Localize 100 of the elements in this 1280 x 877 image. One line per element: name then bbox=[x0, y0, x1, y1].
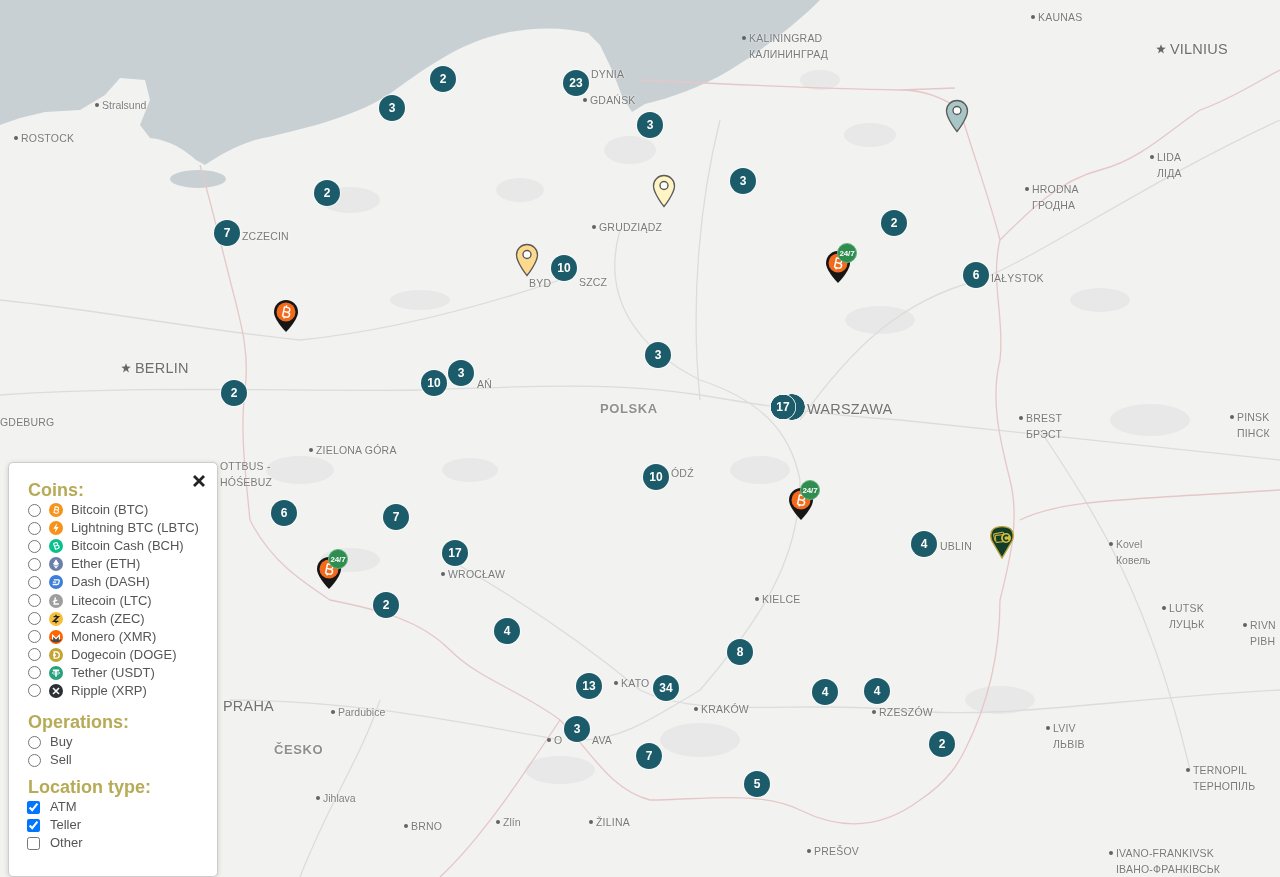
city-dot-icon bbox=[1162, 606, 1166, 610]
city-dot-icon bbox=[1109, 851, 1113, 855]
radio-button[interactable] bbox=[28, 521, 41, 535]
city-dot-icon bbox=[1025, 187, 1029, 191]
checkbox[interactable] bbox=[27, 836, 40, 850]
radio-button[interactable] bbox=[28, 648, 41, 662]
map-pin-icon[interactable] bbox=[945, 99, 969, 133]
place-label: ZIELONA GÓRA bbox=[316, 443, 397, 457]
city-dot-icon bbox=[1109, 542, 1113, 546]
place-label: ŽILINA bbox=[596, 815, 630, 829]
place-label: RZESZÓW bbox=[879, 705, 933, 719]
place-label: O bbox=[554, 733, 563, 747]
option-label[interactable]: Zcash (ZEC) bbox=[71, 610, 145, 627]
city-dot-icon bbox=[331, 710, 335, 714]
option-label[interactable]: Litecoin (LTC) bbox=[71, 592, 152, 609]
option-label[interactable]: Sell bbox=[50, 752, 72, 769]
map-pin-icon[interactable] bbox=[515, 243, 539, 277]
city-dot-icon bbox=[316, 796, 320, 800]
place-label: KATO bbox=[621, 676, 650, 690]
place-label: WARSZAWA bbox=[807, 400, 893, 418]
place-label: SZCZ bbox=[579, 275, 608, 289]
city-dot-icon bbox=[592, 225, 596, 229]
place-label: РІВН bbox=[1250, 634, 1276, 648]
radio-button[interactable] bbox=[28, 557, 41, 571]
place-label: Zlín bbox=[503, 815, 521, 829]
city-dot-icon bbox=[694, 707, 698, 711]
city-dot-icon bbox=[1019, 416, 1023, 420]
option-label[interactable]: Bitcoin Cash (BCH) bbox=[71, 538, 184, 555]
place-label: IVANO-FRANKIVSK bbox=[1116, 846, 1215, 860]
place-label: Ковель bbox=[1116, 553, 1151, 567]
place-label: AVA bbox=[592, 733, 613, 747]
place-label: Kovel bbox=[1116, 537, 1144, 551]
place-label: PREŠOV bbox=[814, 844, 859, 858]
radio-button[interactable] bbox=[28, 612, 41, 626]
country-label: POLSKA bbox=[600, 399, 658, 417]
place-label: TERNOPIL bbox=[1193, 763, 1249, 777]
radio-button[interactable] bbox=[28, 503, 41, 517]
radio-button[interactable] bbox=[28, 630, 41, 644]
radio-button[interactable] bbox=[28, 575, 41, 589]
radio-button[interactable] bbox=[28, 594, 41, 607]
option-label[interactable]: Dogecoin (DOGE) bbox=[71, 646, 177, 663]
city-dot-icon bbox=[404, 824, 408, 828]
option-label[interactable]: Ripple (XRP) bbox=[71, 683, 147, 699]
cash-pin-icon[interactable] bbox=[989, 525, 1015, 559]
option-label[interactable]: Tether (USDT) bbox=[71, 664, 155, 681]
option-label[interactable]: ATM bbox=[50, 799, 77, 816]
place-label: UBLIN bbox=[940, 539, 972, 553]
radio-button[interactable] bbox=[28, 735, 41, 749]
radio-button[interactable] bbox=[28, 666, 41, 680]
place-label: AŃ bbox=[477, 377, 492, 391]
option-label[interactable]: Ether (ETH) bbox=[71, 556, 141, 573]
city-dot-icon bbox=[441, 572, 445, 576]
place-label: HÓŚEBUZ bbox=[220, 475, 273, 489]
place-label: BREST bbox=[1026, 411, 1063, 425]
bitcoin-pin-icon[interactable] bbox=[273, 299, 299, 333]
option-label[interactable]: Teller bbox=[50, 817, 82, 834]
place-label: LIDA bbox=[1157, 150, 1182, 164]
place-label: KRAKÓW bbox=[701, 702, 749, 716]
option-label[interactable]: Monero (XMR) bbox=[71, 628, 157, 645]
city-dot-icon bbox=[755, 597, 759, 601]
place-label: GDEBURG bbox=[0, 415, 55, 429]
place-label: ТЕРНОПІЛЬ bbox=[1193, 779, 1256, 793]
close-icon bbox=[192, 474, 206, 488]
place-label: KALININGRAD bbox=[749, 31, 824, 45]
option-label[interactable]: Buy bbox=[50, 734, 73, 751]
city-dot-icon bbox=[807, 849, 811, 853]
city-dot-icon bbox=[95, 103, 99, 107]
option-label[interactable]: Lightning BTC (LBTC) bbox=[71, 520, 199, 537]
option-label[interactable]: Dash (DASH) bbox=[71, 574, 150, 591]
option-label[interactable]: Other bbox=[50, 835, 83, 852]
place-label: КАЛИНИНГРАД bbox=[749, 47, 829, 61]
place-label: DYNIA bbox=[591, 67, 625, 81]
option-label[interactable]: Bitcoin (BTC) bbox=[71, 502, 149, 519]
city-dot-icon bbox=[14, 136, 18, 140]
cluster-marker[interactable]: 17 bbox=[770, 394, 805, 420]
city-dot-icon bbox=[583, 98, 587, 102]
city-dot-icon bbox=[1243, 623, 1247, 627]
place-label: RIVN bbox=[1250, 618, 1276, 632]
checkbox[interactable] bbox=[27, 800, 40, 814]
place-label: LUTSK bbox=[1169, 601, 1205, 615]
map-pin-icon[interactable] bbox=[652, 174, 676, 208]
checkbox[interactable] bbox=[27, 818, 40, 832]
capital-star-icon bbox=[121, 362, 131, 373]
city-dot-icon bbox=[1230, 415, 1234, 419]
city-dot-icon bbox=[496, 820, 500, 824]
radio-button[interactable] bbox=[28, 539, 41, 553]
place-label: HRODNA bbox=[1032, 182, 1079, 196]
radio-button[interactable] bbox=[28, 753, 41, 767]
place-label: ПІНСК bbox=[1237, 426, 1270, 440]
place-label: ІВАНО-ФРАНКІВСЬК bbox=[1116, 862, 1221, 876]
place-label: IAŁYSTOK bbox=[991, 271, 1044, 285]
place-label: Pardubice bbox=[338, 705, 386, 719]
radio-button[interactable] bbox=[28, 684, 41, 698]
place-label: BERLIN bbox=[135, 359, 189, 377]
place-label: LVIV bbox=[1053, 721, 1077, 735]
close-button[interactable] bbox=[191, 473, 207, 489]
place-label: BYD bbox=[529, 276, 552, 290]
city-dot-icon bbox=[1046, 726, 1050, 730]
place-label: БРЭСТ bbox=[1026, 427, 1063, 441]
place-label: GDAŃSK bbox=[590, 93, 636, 107]
